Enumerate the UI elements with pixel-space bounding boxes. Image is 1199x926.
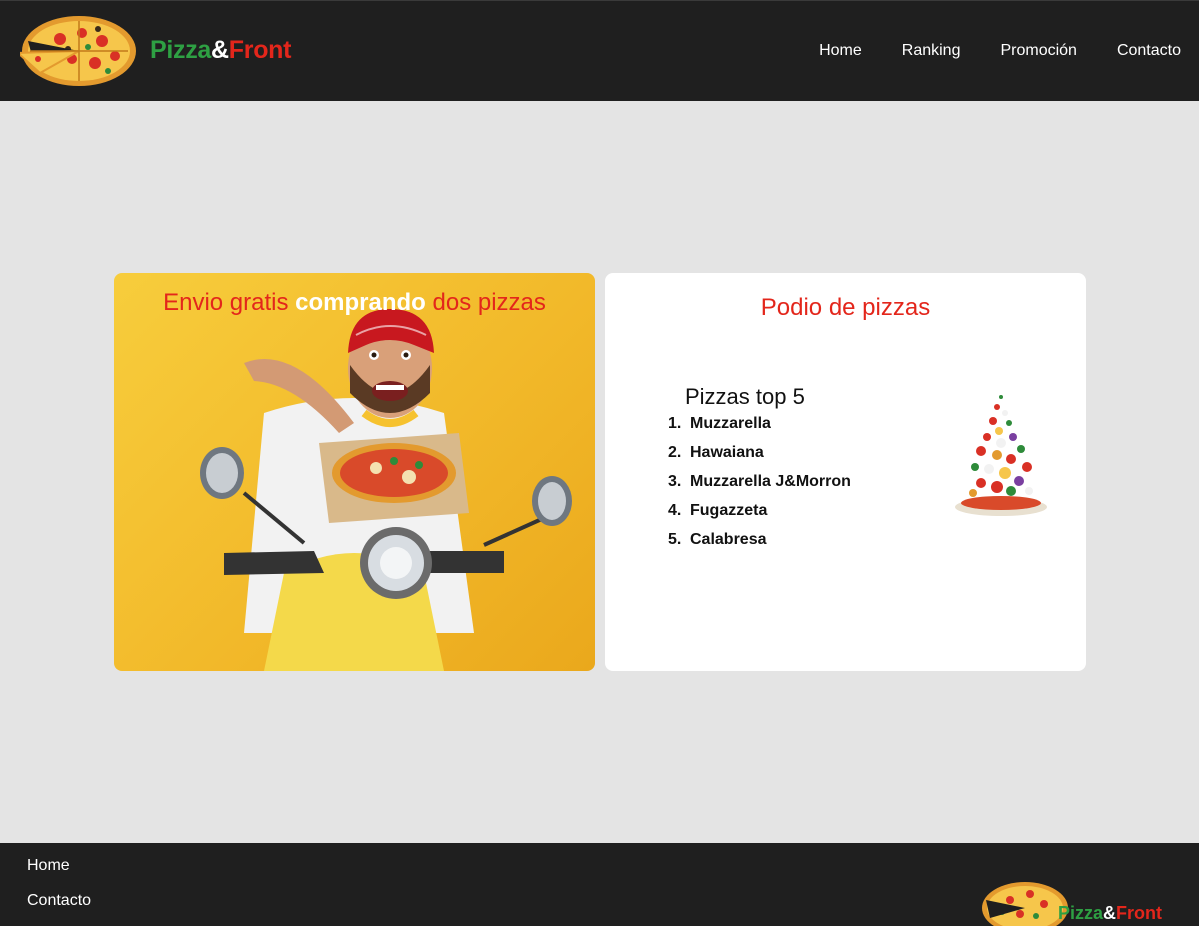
brand-logo[interactable]: Pizza&Front [20, 11, 291, 89]
list-item-label: Muzzarella [690, 415, 771, 432]
footer-contacto-link[interactable]: Contacto [27, 892, 91, 910]
main-nav: Home Ranking Promoción Contacto [779, 42, 1181, 60]
list-item-number: 4. [668, 502, 682, 519]
nav-home-link[interactable]: Home [819, 42, 862, 60]
list-item: 5. Calabresa [668, 531, 851, 560]
promo-title-part1: Envio gratis [163, 289, 289, 316]
list-item: 1. Muzzarella [668, 415, 851, 444]
list-item-number: 2. [668, 444, 682, 461]
pizza-ingredients-image [955, 395, 1047, 516]
nav-promocion-link[interactable]: Promoción [1000, 42, 1076, 60]
list-item: 4. Fugazzeta [668, 502, 851, 531]
nav-ranking-link[interactable]: Ranking [902, 42, 961, 60]
list-item-label: Fugazzeta [690, 502, 768, 519]
brand-amp-text: & [211, 35, 229, 64]
list-item: 3. Muzzarella J&Morron [668, 473, 851, 502]
promo-title: Envio gratis comprando dos pizzas [114, 289, 595, 317]
list-item: 2. Hawaiana [668, 444, 851, 473]
list-item-number: 5. [668, 531, 682, 548]
delivery-photo [200, 309, 572, 671]
footer-brand-front-text: Front [1116, 903, 1163, 923]
promo-title-part3: dos pizzas [432, 289, 546, 316]
footer-brand-pizza-text: Pizza [1058, 903, 1104, 923]
footer-home-link[interactable]: Home [27, 857, 70, 875]
podium-card: Podio de pizzas Pizzas top 5 1. Muzzarell… [605, 273, 1086, 671]
site-footer: Home Contacto Pizza&Front [0, 843, 1199, 926]
footer-brand-logo[interactable]: Pizza&Front [980, 878, 1162, 926]
promo-title-part2: comprando [295, 289, 426, 316]
pizza-logo-icon [20, 16, 136, 86]
podium-title: Podio de pizzas [760, 294, 931, 321]
list-item-number: 1. [668, 415, 682, 432]
top-pizzas-heading: Pizzas top 5 [685, 384, 805, 409]
list-item-label: Hawaiana [690, 444, 764, 461]
nav-contacto-link[interactable]: Contacto [1117, 42, 1181, 60]
site-header: Pizza&Front Home Ranking Promoción Conta… [0, 0, 1199, 101]
brand-pizza-text: Pizza [150, 35, 212, 64]
brand-front-text: Front [228, 35, 292, 64]
brand-name: Pizza&Front [150, 36, 291, 65]
list-item-label: Calabresa [690, 531, 767, 548]
top-pizzas-list: 1. Muzzarella 2. Hawaiana 3. Muzzarella J&M… [668, 415, 851, 560]
pizza-logo-icon [982, 882, 1068, 926]
promo-card: Envio gratis comprando dos pizzas [114, 273, 595, 671]
footer-brand-name: Pizza&Front [1058, 903, 1162, 924]
footer-brand-amp-text: & [1103, 903, 1117, 923]
list-item-number: 3. [668, 473, 682, 490]
list-item-label: Muzzarella J&Morron [690, 473, 851, 490]
